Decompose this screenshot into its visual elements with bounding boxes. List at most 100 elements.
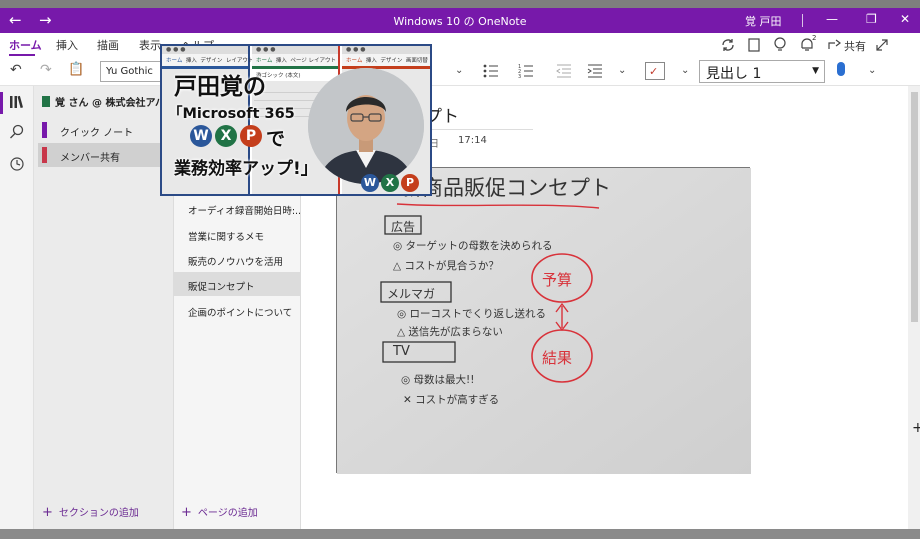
whiteboard-image[interactable]: 新商品販促コンセプト 広告 ◎ ターゲットの母数を決められる △ コストが見合う… (336, 167, 751, 474)
share-button[interactable]: 共有 (844, 38, 866, 54)
banner-tagline: 業務効率アップ!」 (174, 159, 318, 179)
window-dots-icon: ● ● ● (162, 46, 248, 54)
section-color-tab (42, 122, 47, 138)
search-icon[interactable] (9, 124, 25, 140)
page-item-planning-points[interactable]: 企画のポイントについて (174, 298, 301, 322)
top-edge (0, 0, 920, 8)
style-value: 見出し 1 (706, 66, 762, 82)
expand-icon[interactable] (874, 37, 890, 53)
annotation-result: 結果 (542, 349, 573, 367)
onenote-window: ← → Windows 10 の OneNote 覚 戸田 — ❐ ✕ ホーム … (0, 0, 920, 539)
banner-headline: 戸田覚の (174, 74, 266, 100)
rail-active-indicator (0, 92, 3, 114)
chevron-down-icon[interactable]: ⌄ (868, 65, 876, 76)
numbered-list-icon[interactable]: 1 2 3 (518, 63, 534, 79)
checkmark-icon: ✓ (649, 65, 659, 78)
add-page-button[interactable]: + ページの追加 (181, 504, 258, 520)
dictate-icon[interactable] (837, 62, 845, 76)
sync-icon[interactable] (720, 37, 736, 53)
bottom-edge (0, 529, 920, 539)
mini-ribbon-tabs: ホーム 挿入 ページ レイアウト (252, 54, 338, 66)
author-photo (308, 68, 424, 184)
excel-logo-icon: X (381, 174, 399, 192)
mini-ribbon-tabs: ホーム 挿入 デザイン 画面切替 (342, 54, 430, 66)
tab-draw[interactable]: 描画 (97, 37, 119, 53)
window-dots-icon: ● ● ● (252, 46, 338, 54)
nav-rail (0, 86, 34, 529)
style-select[interactable]: 見出し 1 ▼ (699, 60, 825, 83)
page-icon[interactable] (747, 37, 761, 53)
plus-icon: + (181, 505, 192, 520)
vertical-scrollbar[interactable] (908, 86, 920, 529)
chevron-down-icon[interactable]: ⌄ (618, 65, 626, 76)
section-label: メンバー共有 (60, 153, 120, 164)
undo-icon[interactable]: ↶ (10, 62, 22, 78)
notebooks-icon[interactable] (9, 94, 25, 110)
sections-pane: 覚 さん @ 株式会社アバンザ クイック ノート メンバー共有 + セクションの追… (34, 86, 174, 529)
banner-connector: で (266, 128, 286, 150)
chevron-down-icon[interactable]: ⌄ (681, 65, 689, 76)
tab-home[interactable]: ホーム (9, 37, 42, 53)
lightbulb-icon[interactable] (773, 36, 787, 54)
clipboard-icon[interactable]: 📋 (68, 62, 84, 77)
excel-logo-icon: X (215, 125, 237, 147)
word-logo-icon: W (190, 125, 212, 147)
page-time: 17:14 (458, 135, 487, 146)
whiteboard-background (337, 168, 751, 474)
promo-banner: ● ● ● ホーム 挿入 デザイン レイアウト ● ● ● ホーム 挿入 ページ… (160, 44, 432, 196)
block-line: ◎ 母数は最大!! (401, 374, 475, 386)
notification-count: 2 (812, 34, 817, 42)
section-label: クイック ノート (60, 128, 134, 139)
banner-subtitle: 「Microsoft 365 (168, 106, 295, 122)
word-logo-icon: W (361, 174, 379, 192)
block-label: メルマガ (387, 287, 436, 301)
todo-tag-button[interactable]: ✓ (645, 62, 665, 80)
window-title: Windows 10 の OneNote (393, 15, 527, 28)
section-color-tab (42, 147, 47, 163)
user-name[interactable]: 覚 戸田 (745, 13, 782, 29)
tab-insert[interactable]: 挿入 (56, 37, 78, 53)
indent-icon[interactable] (587, 63, 603, 79)
whiteboard-heading: 新商品販促コンセプト (401, 176, 611, 200)
close-icon[interactable]: ✕ (900, 12, 910, 26)
scrollbar-thumb[interactable] (911, 92, 918, 322)
share-icon[interactable] (827, 37, 843, 53)
block-line: ◎ ターゲットの母数を決められる (393, 240, 553, 252)
add-section-button[interactable]: + セクションの追加 (42, 504, 139, 520)
ribbon-tabs: ホーム 挿入 描画 表示 ヘルプ 2 共有 (0, 33, 920, 57)
page-item-promo-concept[interactable]: 販促コンセプト (174, 272, 301, 296)
block-label: TV (393, 344, 410, 359)
titlebar-divider (802, 14, 803, 27)
active-tab-indicator (9, 54, 35, 56)
block-line: ◎ ローコストでくり返し送れる (397, 308, 546, 320)
font-select[interactable]: Yu Gothic (100, 61, 162, 82)
portrait-illustration (308, 68, 424, 184)
annotation-budget: 予算 (542, 271, 573, 289)
plus-icon: + (42, 505, 53, 520)
powerpoint-logo-icon: P (240, 125, 262, 147)
block-line: △ コストが見合うか？ (393, 260, 499, 272)
powerpoint-logo-icon: P (401, 174, 419, 192)
outdent-icon[interactable] (556, 63, 572, 79)
tab-view[interactable]: 表示 (139, 37, 161, 53)
notebook-name[interactable]: 覚 さん @ 株式会社アバンザ (42, 94, 174, 109)
restore-icon[interactable]: ❐ (866, 12, 877, 26)
title-underline (425, 129, 533, 130)
bullet-list-icon[interactable] (483, 63, 499, 79)
recent-clock-icon[interactable] (9, 156, 25, 172)
section-item-quick-notes[interactable]: クイック ノート (38, 118, 174, 142)
chevron-down-icon[interactable]: ⌄ (455, 65, 463, 76)
page-item-sales-knowhow[interactable]: 販売のノウハウを活用 (174, 247, 301, 271)
block-line: ✕ コストが高すぎる (403, 394, 500, 406)
cursor-crosshair-icon: + (912, 420, 920, 436)
section-item-member-share[interactable]: メンバー共有 (38, 143, 174, 167)
block-line: △ 送信先が広まらない (397, 326, 503, 338)
window-dots-icon: ● ● ● (342, 46, 430, 54)
title-bar: ← → Windows 10 の OneNote 覚 戸田 — ❐ ✕ (0, 8, 920, 33)
page-item-audio[interactable]: オーディオ録音開始日時:... (174, 196, 304, 220)
minimize-icon[interactable]: — (826, 12, 838, 26)
redo-icon[interactable]: ↷ (40, 62, 52, 78)
notebook-icon (42, 96, 50, 107)
svg-text:3: 3 (518, 74, 521, 79)
page-item-sales-memo[interactable]: 営業に関するメモ (174, 222, 301, 246)
